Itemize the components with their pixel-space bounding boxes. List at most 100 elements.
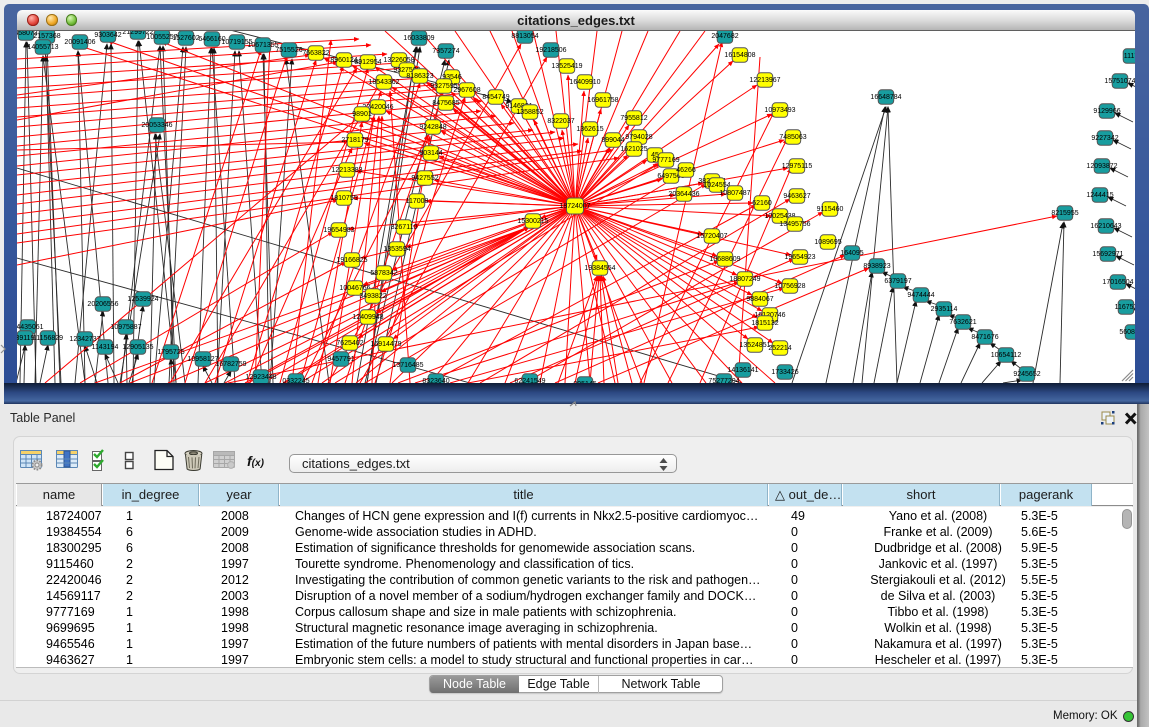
svg-text:20053346: 20053346 <box>141 122 172 129</box>
svg-text:12409948: 12409948 <box>352 314 383 321</box>
svg-text:15692971: 15692971 <box>1092 251 1123 258</box>
svg-text:12975115: 12975115 <box>782 163 813 170</box>
svg-text:13524851: 13524851 <box>739 342 770 349</box>
svg-text:12905135: 12905135 <box>122 344 153 351</box>
svg-text:3267110: 3267110 <box>391 224 418 231</box>
svg-text:7485063: 7485063 <box>779 134 806 141</box>
svg-text:8322037: 8322037 <box>547 118 574 125</box>
svg-text:10688609: 10688609 <box>709 256 740 263</box>
svg-text:8813054: 8813054 <box>511 33 538 40</box>
svg-text:7955812: 7955812 <box>620 115 647 122</box>
svg-text:16961758: 16961758 <box>587 97 618 104</box>
svg-text:15300215: 15300215 <box>517 218 548 225</box>
svg-text:1358852: 1358852 <box>516 109 543 116</box>
svg-text:18543362: 18543362 <box>368 79 399 86</box>
svg-text:19654983: 19654983 <box>323 227 354 234</box>
svg-text:13495756: 13495756 <box>779 221 810 228</box>
svg-text:14435061: 14435061 <box>17 324 44 331</box>
svg-text:2047682: 2047682 <box>711 33 738 40</box>
svg-text:9884067: 9884067 <box>746 296 773 303</box>
svg-text:12539924: 12539924 <box>127 296 158 303</box>
svg-text:15720407: 15720407 <box>696 233 727 240</box>
svg-text:1733426: 1733426 <box>771 369 798 376</box>
svg-text:7515526: 7515526 <box>275 47 302 54</box>
svg-text:46266: 46266 <box>676 167 696 174</box>
svg-text:14136141: 14136141 <box>727 367 758 374</box>
svg-text:12213383: 12213383 <box>331 167 362 174</box>
svg-text:12342737: 12342737 <box>69 336 100 343</box>
svg-text:116753: 116753 <box>1115 304 1135 311</box>
svg-text:10973493: 10973493 <box>764 107 795 114</box>
svg-text:8475685: 8475685 <box>432 100 459 107</box>
svg-text:1621025: 1621025 <box>620 146 647 153</box>
svg-text:9227342: 9227342 <box>1091 135 1118 142</box>
svg-text:9474444: 9474444 <box>907 292 934 299</box>
svg-text:9457791: 9457791 <box>327 356 354 363</box>
svg-text:8186323: 8186323 <box>406 73 433 80</box>
svg-text:16033809: 16033809 <box>403 35 434 42</box>
svg-text:19654923: 19654923 <box>784 254 815 261</box>
svg-text:9245652: 9245652 <box>1013 371 1040 378</box>
svg-text:15751074: 15751074 <box>1104 78 1135 85</box>
svg-text:0332245: 0332245 <box>282 378 309 383</box>
svg-text:62160: 62160 <box>752 200 772 207</box>
svg-text:5608656: 5608656 <box>1119 329 1135 336</box>
svg-text:2157368: 2157368 <box>33 33 60 40</box>
svg-text:5878342: 5878342 <box>370 270 397 277</box>
svg-text:20364436: 20364436 <box>668 191 699 198</box>
svg-text:19166825: 19166825 <box>336 257 367 264</box>
svg-text:9777169: 9777169 <box>652 157 679 164</box>
svg-text:9242848: 9242848 <box>419 124 446 131</box>
svg-text:17016504: 17016504 <box>1102 279 1133 286</box>
svg-text:3493822: 3493822 <box>359 293 386 300</box>
svg-text:1024554: 1024554 <box>703 182 730 189</box>
svg-text:803144: 803144 <box>419 150 442 157</box>
svg-text:164095: 164095 <box>840 250 863 257</box>
svg-text:9794028: 9794028 <box>625 134 652 141</box>
svg-text:1815132: 1815132 <box>751 320 778 327</box>
svg-text:1810755: 1810755 <box>330 195 357 202</box>
svg-text:899044: 899044 <box>601 137 624 144</box>
svg-text:1353594: 1353594 <box>383 246 410 253</box>
svg-text:9427552: 9427552 <box>411 175 438 182</box>
svg-text:9115460: 9115460 <box>817 206 844 213</box>
svg-text:10654112: 10654112 <box>991 352 1022 359</box>
svg-text:39119: 39119 <box>17 335 35 342</box>
svg-text:8912954: 8912954 <box>354 59 381 66</box>
svg-text:8938923: 8938923 <box>863 263 890 270</box>
svg-text:2718179: 2718179 <box>341 137 368 144</box>
svg-text:1143194: 1143194 <box>92 344 119 351</box>
svg-text:16154808: 16154808 <box>724 52 755 59</box>
svg-text:8215955: 8215955 <box>1051 210 1078 217</box>
svg-text:13716485: 13716485 <box>392 362 423 369</box>
svg-text:1244415: 1244415 <box>1086 192 1113 199</box>
svg-text:10975887: 10975887 <box>110 324 141 331</box>
svg-text:98901: 98901 <box>352 111 372 118</box>
svg-text:2967608: 2967608 <box>453 87 480 94</box>
svg-text:6379197: 6379197 <box>884 278 911 285</box>
svg-text:16210643: 16210643 <box>1090 223 1121 230</box>
svg-text:9463627: 9463627 <box>783 193 810 200</box>
svg-text:9303642: 9303642 <box>94 32 121 39</box>
svg-text:7357274: 7357274 <box>432 48 459 55</box>
svg-text:75277204: 75277204 <box>708 378 739 383</box>
svg-text:19218506: 19218506 <box>535 47 566 54</box>
svg-text:10958127: 10958127 <box>187 356 218 363</box>
svg-text:7625402: 7625402 <box>336 340 363 347</box>
svg-text:117008: 117008 <box>406 198 429 205</box>
svg-text:16914479: 16914479 <box>370 341 401 348</box>
svg-text:9129966: 9129966 <box>1093 108 1120 115</box>
svg-text:19384554: 19384554 <box>584 265 615 272</box>
svg-text:8454749: 8454749 <box>482 94 509 101</box>
svg-text:10756928: 10756928 <box>774 283 805 290</box>
svg-text:10671355: 10671355 <box>247 42 278 49</box>
svg-text:11156829: 11156829 <box>33 335 63 342</box>
svg-text:12093872: 12093872 <box>1086 163 1117 170</box>
svg-text:62241549: 62241549 <box>514 378 545 383</box>
svg-text:1117: 1117 <box>1124 53 1135 60</box>
svg-text:1527602: 1527602 <box>172 35 199 42</box>
svg-text:18807249: 18807249 <box>729 276 760 283</box>
svg-text:16648784: 16648784 <box>870 94 901 101</box>
svg-text:8471676: 8471676 <box>971 334 998 341</box>
svg-text:20206556: 20206556 <box>87 301 118 308</box>
